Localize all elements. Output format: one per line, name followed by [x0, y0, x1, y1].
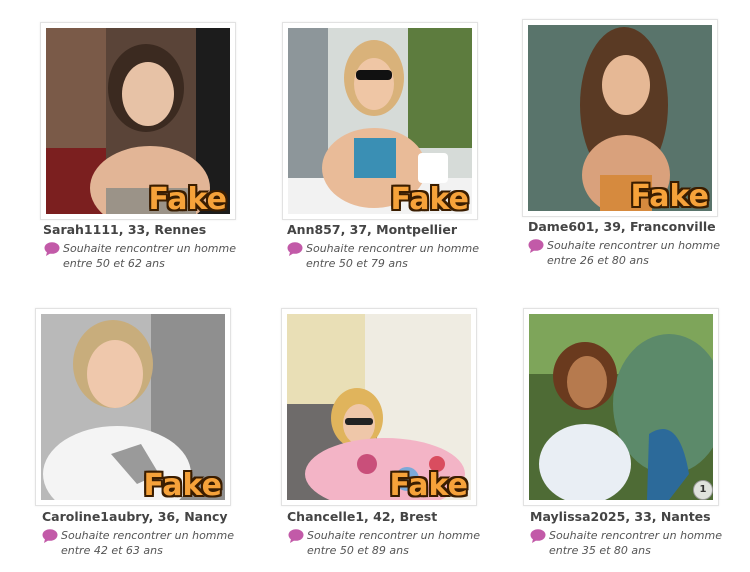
fake-badge: Fake	[143, 468, 222, 503]
speech-bubble-icon	[530, 529, 546, 543]
profile-wish: Souhaite rencontrer un homme entre 35 et…	[530, 528, 730, 558]
profile-name[interactable]: Chancelle1, 42, Brest	[287, 509, 437, 524]
profile-photo-frame[interactable]: Fake	[522, 19, 718, 217]
profile-name[interactable]: Sarah1111, 33, Rennes	[43, 222, 206, 237]
profile-wish: Souhaite rencontrer un homme entre 50 et…	[287, 241, 487, 271]
fake-badge: Fake	[390, 182, 469, 217]
profile-photo-frame[interactable]: Fake	[40, 22, 236, 220]
fake-badge: Fake	[389, 468, 468, 503]
profile-name[interactable]: Dame601, 39, Franconville	[528, 219, 716, 234]
profile-wish: Souhaite rencontrer un homme entre 42 et…	[42, 528, 242, 558]
profile-name[interactable]: Maylissa2025, 33, Nantes	[530, 509, 711, 524]
profile-name[interactable]: Ann857, 37, Montpellier	[287, 222, 457, 237]
photo-count-badge: 1	[693, 480, 713, 500]
profile-wish: Souhaite rencontrer un homme entre 50 et…	[288, 528, 488, 558]
profile-photo[interactable]	[529, 314, 713, 500]
profile-photo-frame[interactable]: Fake	[281, 308, 477, 506]
speech-bubble-icon	[528, 239, 544, 253]
profile-photo-frame[interactable]: 1	[523, 308, 719, 506]
speech-bubble-icon	[287, 242, 303, 256]
fake-badge: Fake	[630, 179, 709, 214]
profile-photo-frame[interactable]: Fake	[35, 308, 231, 506]
profile-name[interactable]: Caroline1aubry, 36, Nancy	[42, 509, 228, 524]
fake-badge: Fake	[148, 182, 227, 217]
speech-bubble-icon	[42, 529, 58, 543]
profile-wish: Souhaite rencontrer un homme entre 50 et…	[44, 241, 244, 271]
speech-bubble-icon	[288, 529, 304, 543]
profile-wish: Souhaite rencontrer un homme entre 26 et…	[528, 238, 728, 268]
profile-photo-frame[interactable]: Fake	[282, 22, 478, 220]
speech-bubble-icon	[44, 242, 60, 256]
